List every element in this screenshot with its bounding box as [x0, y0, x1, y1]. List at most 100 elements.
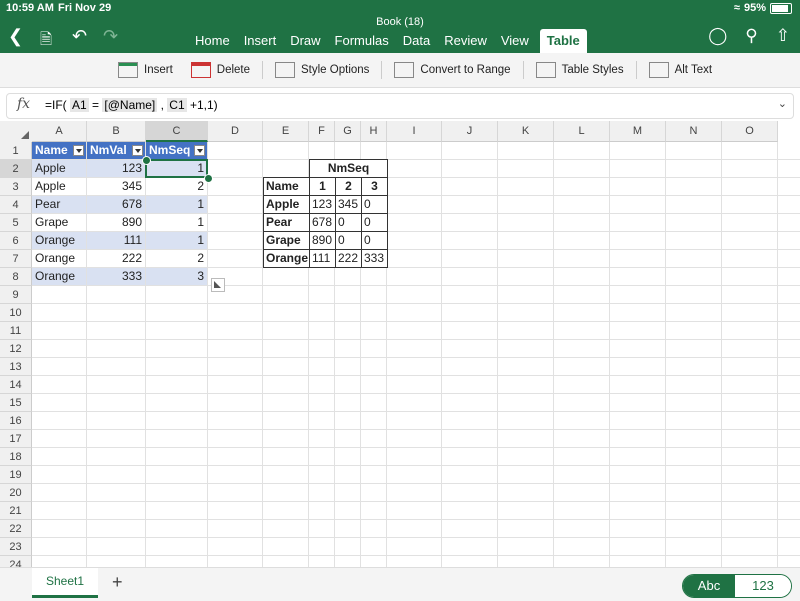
- filter-dropdown-icon[interactable]: [132, 145, 143, 156]
- row-header[interactable]: 1: [0, 142, 32, 160]
- table-resize-handle-icon[interactable]: [211, 278, 225, 292]
- row-header[interactable]: 21: [0, 502, 32, 520]
- row-header[interactable]: 12: [0, 340, 32, 358]
- tab-draw[interactable]: Draw: [283, 29, 327, 53]
- pivot-cell[interactable]: 333: [361, 249, 388, 268]
- table-cell[interactable]: 2: [146, 250, 207, 267]
- pivot-cell[interactable]: 123: [309, 195, 336, 214]
- select-all-corner[interactable]: [0, 121, 33, 143]
- row-header[interactable]: 17: [0, 430, 32, 448]
- add-sheet-button[interactable]: +: [112, 572, 123, 593]
- column-header-e[interactable]: E: [263, 121, 309, 142]
- row-header[interactable]: 13: [0, 358, 32, 376]
- row-header[interactable]: 14: [0, 376, 32, 394]
- table-cell[interactable]: Orange: [32, 232, 86, 249]
- column-header-n[interactable]: N: [666, 121, 722, 142]
- pivot-cell[interactable]: Name: [263, 177, 310, 196]
- column-header-l[interactable]: L: [554, 121, 610, 142]
- row-header[interactable]: 8: [0, 268, 32, 286]
- pivot-cell[interactable]: 2: [335, 177, 362, 196]
- column-header-o[interactable]: O: [722, 121, 778, 142]
- table-cell[interactable]: Apple: [32, 160, 86, 177]
- undo-icon[interactable]: ↶: [72, 26, 87, 47]
- column-header-c[interactable]: C: [146, 121, 208, 142]
- row-header[interactable]: 24: [0, 556, 32, 567]
- table-cell[interactable]: 1: [146, 214, 207, 231]
- pivot-cell[interactable]: 3: [361, 177, 388, 196]
- table-header-cell[interactable]: NmVal: [87, 142, 145, 159]
- table-cell[interactable]: Pear: [32, 196, 86, 213]
- row-header[interactable]: 6: [0, 232, 32, 250]
- pivot-cell[interactable]: 345: [335, 195, 362, 214]
- expand-formula-chevron-icon[interactable]: ⌄: [778, 97, 787, 110]
- tab-data[interactable]: Data: [396, 29, 437, 53]
- table-cell[interactable]: 123: [87, 160, 145, 177]
- share-icon[interactable]: ⇧: [776, 26, 790, 46]
- tab-insert[interactable]: Insert: [237, 29, 284, 53]
- file-icon[interactable]: 🗎: [40, 29, 52, 54]
- pivot-cell[interactable]: 0: [361, 213, 388, 232]
- table-cell[interactable]: 3: [146, 268, 207, 285]
- pivot-cell[interactable]: NmSeq: [309, 159, 388, 178]
- tab-review[interactable]: Review: [437, 29, 494, 53]
- lightbulb-icon[interactable]: ◯: [708, 26, 727, 46]
- row-header[interactable]: 7: [0, 250, 32, 268]
- row-header[interactable]: 2: [0, 160, 32, 178]
- row-header[interactable]: 4: [0, 196, 32, 214]
- keyboard-numeric-button[interactable]: 123: [735, 575, 791, 597]
- column-header-a[interactable]: A: [32, 121, 87, 142]
- table-cell[interactable]: 1: [146, 196, 207, 213]
- tab-view[interactable]: View: [494, 29, 536, 53]
- row-header[interactable]: 11: [0, 322, 32, 340]
- row-header[interactable]: 15: [0, 394, 32, 412]
- table-cell[interactable]: 1: [146, 232, 207, 249]
- row-header[interactable]: 22: [0, 520, 32, 538]
- alt-text-button[interactable]: Alt Text: [643, 59, 719, 81]
- table-header-cell[interactable]: NmSeq: [146, 142, 207, 159]
- formula-input[interactable]: =IF( A1 = [@Name] , C1 +1,1): [45, 98, 218, 112]
- table-cell[interactable]: 345: [87, 178, 145, 195]
- convert-to-range-button[interactable]: Convert to Range: [388, 59, 516, 81]
- search-icon[interactable]: ⚲: [745, 26, 757, 46]
- insert-button[interactable]: Insert: [112, 59, 179, 81]
- filter-dropdown-icon[interactable]: [194, 145, 205, 156]
- pivot-cell[interactable]: Pear: [263, 213, 310, 232]
- pivot-cell[interactable]: Apple: [263, 195, 310, 214]
- keyboard-toggle[interactable]: Abc 123: [682, 574, 792, 598]
- column-header-g[interactable]: G: [335, 121, 361, 142]
- table-cell[interactable]: Orange: [32, 250, 86, 267]
- keyboard-abc-button[interactable]: Abc: [683, 575, 735, 597]
- row-header[interactable]: 23: [0, 538, 32, 556]
- table-styles-button[interactable]: Table Styles: [530, 59, 630, 81]
- column-header-b[interactable]: B: [87, 121, 146, 142]
- pivot-cell[interactable]: Orange: [263, 249, 310, 268]
- sheet-tab-sheet1[interactable]: Sheet1: [32, 568, 98, 598]
- row-header[interactable]: 20: [0, 484, 32, 502]
- column-header-d[interactable]: D: [208, 121, 263, 142]
- pivot-cell[interactable]: 1: [309, 177, 336, 196]
- pivot-cell[interactable]: 678: [309, 213, 336, 232]
- table-cell[interactable]: Apple: [32, 178, 86, 195]
- redo-icon[interactable]: ↷: [103, 26, 118, 47]
- table-cell[interactable]: 890: [87, 214, 145, 231]
- row-header[interactable]: 9: [0, 286, 32, 304]
- column-header-m[interactable]: M: [610, 121, 666, 142]
- tab-table[interactable]: Table: [539, 29, 587, 53]
- row-header[interactable]: 3: [0, 178, 32, 196]
- row-header[interactable]: 19: [0, 466, 32, 484]
- table-cell[interactable]: 333: [87, 268, 145, 285]
- pivot-cell[interactable]: Grape: [263, 231, 310, 250]
- selection-handle-top[interactable]: [142, 156, 151, 165]
- table-cell[interactable]: Orange: [32, 268, 86, 285]
- tab-home[interactable]: Home: [188, 29, 237, 53]
- delete-button[interactable]: Delete: [185, 59, 256, 81]
- back-chevron-icon[interactable]: ❮: [8, 26, 23, 47]
- row-header[interactable]: 16: [0, 412, 32, 430]
- pivot-cell[interactable]: 890: [309, 231, 336, 250]
- row-header[interactable]: 10: [0, 304, 32, 322]
- row-header[interactable]: 18: [0, 448, 32, 466]
- pivot-cell[interactable]: 0: [335, 231, 362, 250]
- spreadsheet-grid[interactable]: ABCDEFGHIJKLMNO 1 2 3 4 5 6 7 8 9 10 11 12 13 14 15 16 1…: [0, 121, 800, 567]
- filter-dropdown-icon[interactable]: [73, 145, 84, 156]
- formula-bar[interactable]: fx =IF( A1 = [@Name] , C1 +1,1) ⌄: [6, 93, 794, 119]
